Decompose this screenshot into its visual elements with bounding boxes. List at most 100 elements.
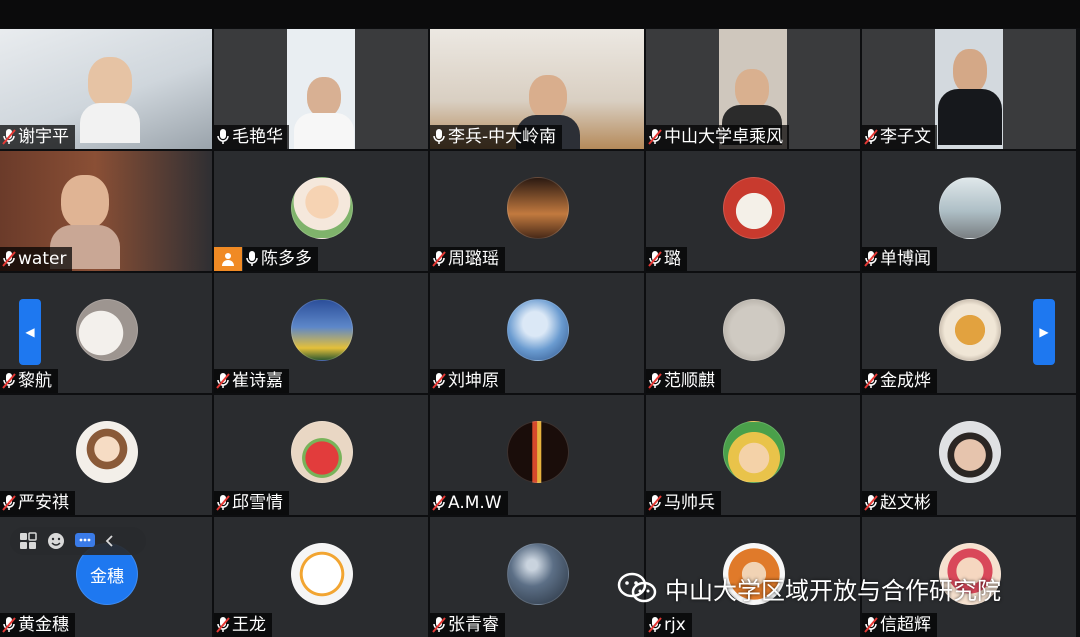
participant-name: 李子文 bbox=[880, 127, 931, 147]
participant-name-tag: 单博闻 bbox=[862, 247, 937, 271]
participant-avatar bbox=[291, 299, 353, 361]
participant-name-tag: 王龙 bbox=[214, 613, 272, 637]
chevron-left-icon[interactable] bbox=[104, 531, 116, 551]
mic-muted-icon bbox=[2, 251, 16, 267]
participant-name-tag: 张青睿 bbox=[430, 613, 505, 637]
mic-muted-icon bbox=[648, 617, 662, 633]
participant-tile[interactable]: 璐 bbox=[646, 151, 860, 271]
participant-tile-video[interactable]: water bbox=[0, 151, 212, 271]
watermark: 中山大学区域开放与合作研究院 bbox=[617, 570, 1001, 606]
participant-name-tag: 璐 bbox=[646, 247, 687, 271]
participant-avatar bbox=[76, 421, 138, 483]
watermark-text: 中山大学区域开放与合作研究院 bbox=[665, 576, 1001, 605]
participant-name-tag: 李子文 bbox=[862, 125, 937, 149]
participant-avatar bbox=[76, 299, 138, 361]
participant-name-tag: 谢宇平 bbox=[0, 125, 75, 149]
mic-muted-icon bbox=[864, 495, 878, 511]
mic-muted-icon bbox=[648, 373, 662, 389]
mic-muted-icon bbox=[432, 495, 446, 511]
mic-muted-icon bbox=[216, 373, 230, 389]
mic-muted-icon bbox=[864, 373, 878, 389]
mic-muted-icon bbox=[2, 129, 16, 145]
previous-page-button[interactable]: ◀ bbox=[19, 299, 41, 365]
participant-name: 范顺麒 bbox=[664, 371, 715, 391]
participant-name-tag: 邱雪情 bbox=[214, 491, 289, 515]
participant-tile[interactable]: A.M.W bbox=[430, 395, 644, 515]
participant-tile[interactable]: 范顺麒 bbox=[646, 273, 860, 393]
participant-name-tag: 信超辉 bbox=[862, 613, 937, 637]
participant-avatar bbox=[723, 421, 785, 483]
participant-avatar bbox=[507, 421, 569, 483]
emoji-icon[interactable] bbox=[46, 531, 66, 551]
participant-tile[interactable]: 赵文彬 bbox=[862, 395, 1076, 515]
participant-avatar bbox=[723, 299, 785, 361]
participant-tile[interactable]: 张青睿 bbox=[430, 517, 644, 637]
participant-avatar bbox=[507, 177, 569, 239]
participant-name: water bbox=[18, 249, 67, 269]
participant-name: 李兵-中大岭南 bbox=[448, 127, 557, 147]
floating-toolbar bbox=[10, 527, 146, 555]
participant-tile-video[interactable]: 中山大学卓乘风 bbox=[646, 29, 860, 149]
host-badge bbox=[214, 247, 242, 271]
top-bar bbox=[0, 0, 1080, 28]
participant-tile[interactable]: 周璐瑶 bbox=[430, 151, 644, 271]
mic-muted-icon bbox=[648, 129, 662, 145]
mic-icon bbox=[246, 251, 258, 266]
grid-icon[interactable] bbox=[18, 531, 38, 551]
participant-tile[interactable]: 刘坤原 bbox=[430, 273, 644, 393]
participant-name: 王龙 bbox=[232, 615, 266, 635]
participant-name: 马帅兵 bbox=[664, 493, 715, 513]
mic-icon bbox=[217, 129, 229, 144]
participant-name: 金成烨 bbox=[880, 371, 931, 391]
participant-tile[interactable]: 王龙 bbox=[214, 517, 428, 637]
chevron-right-icon: ▶ bbox=[1039, 325, 1049, 339]
participant-name-tag: 严安祺 bbox=[0, 491, 75, 515]
participant-grid: 谢宇平 毛艳华 李兵-中大岭南 中山大学卓乘风 李子文 water 陈多多 周璐… bbox=[0, 29, 1080, 637]
participant-tile[interactable]: 崔诗嘉 bbox=[214, 273, 428, 393]
mic-muted-icon bbox=[864, 617, 878, 633]
mic-muted-icon bbox=[864, 251, 878, 267]
participant-name-tag: 毛艳华 bbox=[214, 125, 289, 149]
mic-muted-icon bbox=[2, 495, 16, 511]
participant-tile[interactable]: 邱雪情 bbox=[214, 395, 428, 515]
participant-name: 黄金穗 bbox=[18, 615, 69, 635]
mic-muted-icon bbox=[2, 373, 16, 389]
participant-name-tag: 中山大学卓乘风 bbox=[646, 125, 789, 149]
participant-name-tag: 崔诗嘉 bbox=[214, 369, 289, 393]
chevron-left-icon: ◀ bbox=[25, 325, 35, 339]
person-icon bbox=[222, 253, 234, 266]
participant-name-tag: 范顺麒 bbox=[646, 369, 721, 393]
participant-tile-video[interactable]: 谢宇平 bbox=[0, 29, 212, 149]
participant-video-person bbox=[938, 49, 1002, 149]
participant-tile[interactable]: 马帅兵 bbox=[646, 395, 860, 515]
participant-name-tag: A.M.W bbox=[430, 491, 508, 515]
mic-muted-icon bbox=[864, 129, 878, 145]
participant-name: 赵文彬 bbox=[880, 493, 931, 513]
participant-name: 信超辉 bbox=[880, 615, 931, 635]
mic-muted-icon bbox=[2, 617, 16, 633]
participant-avatar bbox=[507, 543, 569, 605]
chat-icon[interactable] bbox=[74, 531, 96, 551]
participant-avatar bbox=[939, 177, 1001, 239]
mic-muted-icon bbox=[648, 251, 662, 267]
wechat-icon bbox=[617, 572, 657, 603]
mic-muted-icon bbox=[216, 617, 230, 633]
participant-name-tag: 陈多多 bbox=[243, 247, 318, 271]
participant-tile-video[interactable]: 李子文 bbox=[862, 29, 1076, 149]
participant-name-tag: 马帅兵 bbox=[646, 491, 721, 515]
participant-tile[interactable]: 单博闻 bbox=[862, 151, 1076, 271]
participant-name-tag: rjx bbox=[646, 613, 692, 637]
participant-name-tag: 金成烨 bbox=[862, 369, 937, 393]
participant-name: 严安祺 bbox=[18, 493, 69, 513]
participant-name: 中山大学卓乘风 bbox=[664, 127, 783, 147]
participant-name: 谢宇平 bbox=[18, 127, 69, 147]
participant-name: 璐 bbox=[664, 249, 681, 269]
participant-tile[interactable]: 严安祺 bbox=[0, 395, 212, 515]
participant-name: 黎航 bbox=[18, 371, 52, 391]
participant-avatar bbox=[291, 421, 353, 483]
participant-tile[interactable]: 陈多多 bbox=[214, 151, 428, 271]
mic-muted-icon bbox=[432, 373, 446, 389]
participant-tile-video[interactable]: 李兵-中大岭南 bbox=[430, 29, 644, 149]
next-page-button[interactable]: ▶ bbox=[1033, 299, 1055, 365]
participant-tile-video[interactable]: 毛艳华 bbox=[214, 29, 428, 149]
